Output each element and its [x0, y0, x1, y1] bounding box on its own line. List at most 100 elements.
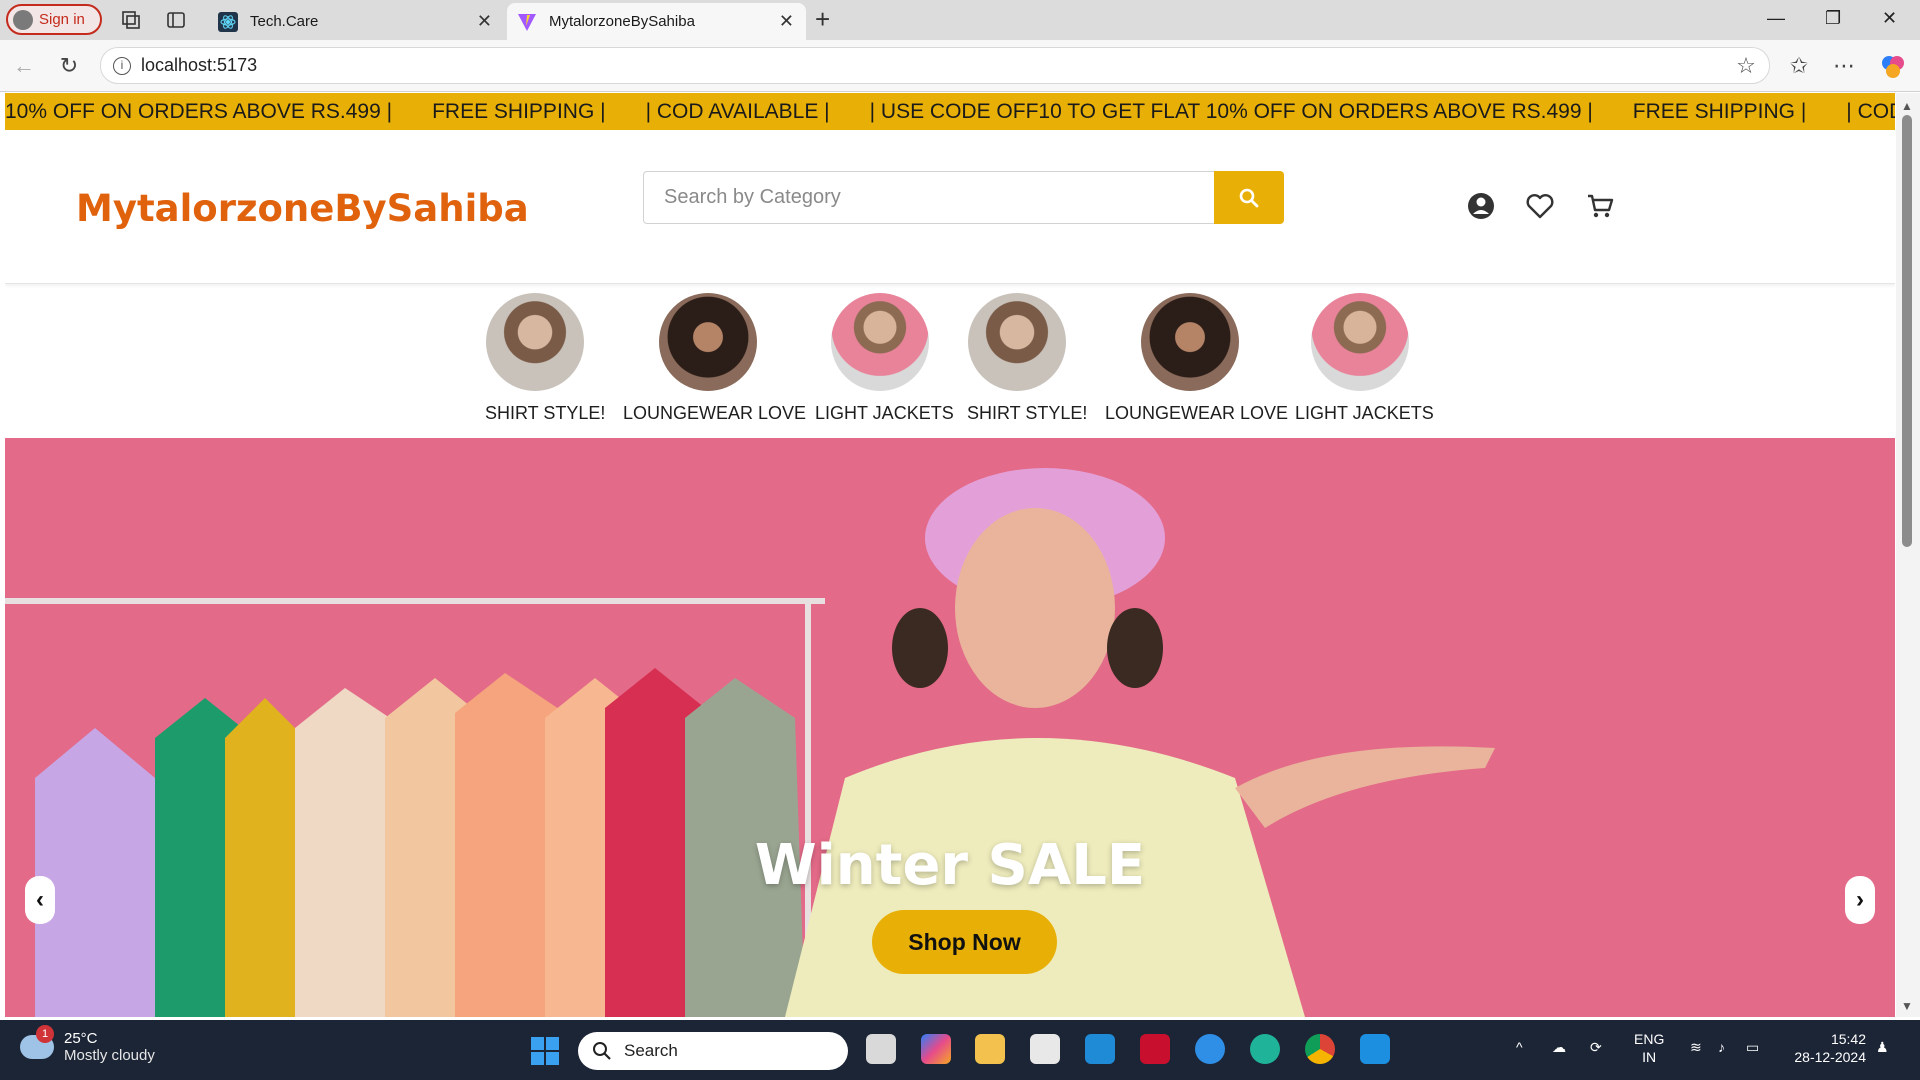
notifications-icon[interactable]: ♟	[1876, 1038, 1889, 1056]
promo-marquee: 10% OFF ON ORDERS ABOVE RS.499 | FREE SH…	[5, 93, 1895, 130]
weather-condition: Mostly cloudy	[64, 1047, 155, 1064]
account-icon[interactable]	[1465, 190, 1497, 222]
battery-icon[interactable]: ▭	[1746, 1038, 1759, 1056]
address-toolbar: ← ↻ i localhost:5173 ☆ ✩ ⋯	[0, 40, 1920, 92]
get-help-icon[interactable]	[1195, 1034, 1225, 1064]
show-hidden-icons[interactable]: ^	[1516, 1038, 1523, 1056]
category-shirt-style[interactable]: SHIRT STYLE!	[967, 293, 1087, 424]
category-image	[1311, 293, 1409, 391]
cloud-icon: 1	[20, 1025, 54, 1059]
windows-start-icon[interactable]	[530, 1036, 560, 1066]
taskbar-search[interactable]: Search	[578, 1032, 848, 1070]
language-code: ENG	[1634, 1031, 1665, 1047]
search-icon	[1239, 188, 1259, 207]
scroll-down-icon[interactable]: ▼	[1901, 999, 1913, 1013]
windows-taskbar: 1 25°C Mostly cloudy Search ^ ☁ ⟳ ENG IN…	[0, 1020, 1920, 1080]
category-light-jackets[interactable]: LIGHT JACKETS	[815, 293, 954, 424]
sync-icon[interactable]: ⟳	[1590, 1038, 1602, 1056]
minimize-icon[interactable]: —	[1767, 8, 1785, 29]
search-input[interactable]	[643, 171, 1214, 224]
hero-title: Winter SALE	[754, 833, 1146, 898]
microsoft-store-icon[interactable]	[1030, 1034, 1060, 1064]
address-bar[interactable]: i localhost:5173	[100, 47, 1770, 84]
promo-item: | USE CODE OFF10 TO GET FLAT 10% OFF ON …	[869, 99, 1593, 123]
category-label: SHIRT STYLE!	[485, 403, 606, 423]
carousel-next-button[interactable]: ›	[1845, 876, 1875, 924]
promo-item: | COD AVAILABLE |	[1846, 99, 1895, 123]
promo-item: FREE SHIPPING |	[432, 99, 606, 123]
wifi-icon[interactable]: ≋	[1690, 1038, 1702, 1056]
tab-title: Tech.Care	[250, 13, 319, 30]
category-shirt-style[interactable]: SHIRT STYLE!	[485, 293, 606, 424]
search-button[interactable]	[1214, 171, 1284, 224]
taskbar-search-label: Search	[624, 1041, 678, 1060]
sign-in-button[interactable]: Sign in	[6, 4, 102, 35]
url-text: localhost:5173	[141, 55, 258, 75]
promo-item: | COD AVAILABLE |	[645, 99, 830, 123]
vscode-icon[interactable]	[1360, 1034, 1390, 1064]
category-light-jackets[interactable]: LIGHT JACKETS	[1295, 293, 1434, 424]
wishlist-heart-icon[interactable]	[1524, 190, 1556, 222]
site-header: MytalorzoneBySahiba	[5, 130, 1895, 284]
edge-icon[interactable]	[1250, 1034, 1280, 1064]
promo-item: 10% OFF ON ORDERS ABOVE RS.499 |	[5, 99, 393, 123]
restore-icon[interactable]: ❐	[1825, 8, 1841, 29]
carousel-prev-button[interactable]: ‹	[25, 876, 55, 924]
close-tab-icon[interactable]: ✕	[477, 11, 492, 32]
favorite-star-icon[interactable]: ☆	[1732, 52, 1760, 80]
category-strip: SHIRT STYLE! LOUNGEWEAR LOVE LIGHT JACKE…	[5, 284, 1895, 437]
page-scrollbar[interactable]: ▲ ▼	[1896, 93, 1920, 1017]
sign-in-label: Sign in	[39, 11, 85, 28]
category-image	[659, 293, 757, 391]
onedrive-icon[interactable]: ☁	[1552, 1038, 1566, 1056]
new-tab-button[interactable]: +	[815, 4, 830, 35]
react-favicon-icon	[218, 11, 238, 32]
category-loungewear-love[interactable]: LOUNGEWEAR LOVE	[623, 293, 807, 424]
tab-actions-icon[interactable]	[165, 9, 187, 31]
more-icon[interactable]: ⋯	[1830, 52, 1858, 80]
tab-mytalorzone[interactable]: MytalorzoneBySahiba ✕	[507, 3, 806, 40]
close-tab-icon[interactable]: ✕	[779, 11, 794, 32]
profile-icon	[13, 9, 33, 30]
info-icon[interactable]: i	[113, 56, 131, 75]
tab-techcare[interactable]: Tech.Care ✕	[208, 3, 504, 40]
category-label: LIGHT JACKETS	[815, 403, 954, 423]
volume-icon[interactable]: ♪	[1718, 1038, 1725, 1056]
web-page: 10% OFF ON ORDERS ABOVE RS.499 | FREE SH…	[5, 93, 1895, 1017]
favorites-icon[interactable]: ✩	[1785, 52, 1813, 80]
category-image	[831, 293, 929, 391]
file-explorer-icon[interactable]	[975, 1034, 1005, 1064]
site-logo[interactable]: MytalorzoneBySahiba	[76, 187, 529, 230]
copilot-app-icon[interactable]	[921, 1034, 951, 1064]
weather-badge: 1	[36, 1025, 54, 1043]
temperature: 25°C	[64, 1030, 98, 1047]
promo-item: FREE SHIPPING |	[1632, 99, 1807, 123]
shop-now-button[interactable]: Shop Now	[872, 910, 1057, 974]
category-loungewear-love[interactable]: LOUNGEWEAR LOVE	[1105, 293, 1288, 424]
scrollbar-thumb[interactable]	[1902, 115, 1912, 547]
region-code: IN	[1642, 1049, 1657, 1065]
weather-widget[interactable]: 1 25°C Mostly cloudy	[20, 1025, 155, 1064]
chrome-icon[interactable]	[1305, 1034, 1335, 1064]
task-view-icon[interactable]	[866, 1034, 896, 1064]
workspaces-icon[interactable]	[120, 9, 142, 31]
close-window-icon[interactable]: ✕	[1882, 8, 1897, 29]
scroll-up-icon[interactable]: ▲	[1901, 99, 1913, 113]
search-bar	[643, 171, 1284, 224]
time: 15:42	[1830, 1031, 1866, 1047]
category-label: LOUNGEWEAR LOVE	[623, 403, 807, 423]
myhp-icon[interactable]	[1085, 1034, 1115, 1064]
category-image	[968, 293, 1066, 391]
language-indicator[interactable]: ENG IN	[1634, 1030, 1664, 1066]
category-image	[486, 293, 584, 391]
clock[interactable]: 15:42 28-12-2024	[1786, 1030, 1866, 1066]
copilot-icon[interactable]	[1880, 54, 1906, 80]
refresh-icon[interactable]: ↻	[55, 52, 83, 80]
category-image	[1141, 293, 1239, 391]
mcafee-icon[interactable]	[1140, 1034, 1170, 1064]
browser-tab-strip: Sign in Tech.Care ✕ MytalorzoneBySahiba …	[0, 0, 1920, 40]
date: 28-12-2024	[1794, 1049, 1866, 1065]
hero-carousel: Winter SALE Shop Now ‹ ›	[5, 438, 1895, 1017]
back-icon[interactable]: ←	[10, 52, 38, 80]
cart-icon[interactable]	[1584, 190, 1616, 222]
